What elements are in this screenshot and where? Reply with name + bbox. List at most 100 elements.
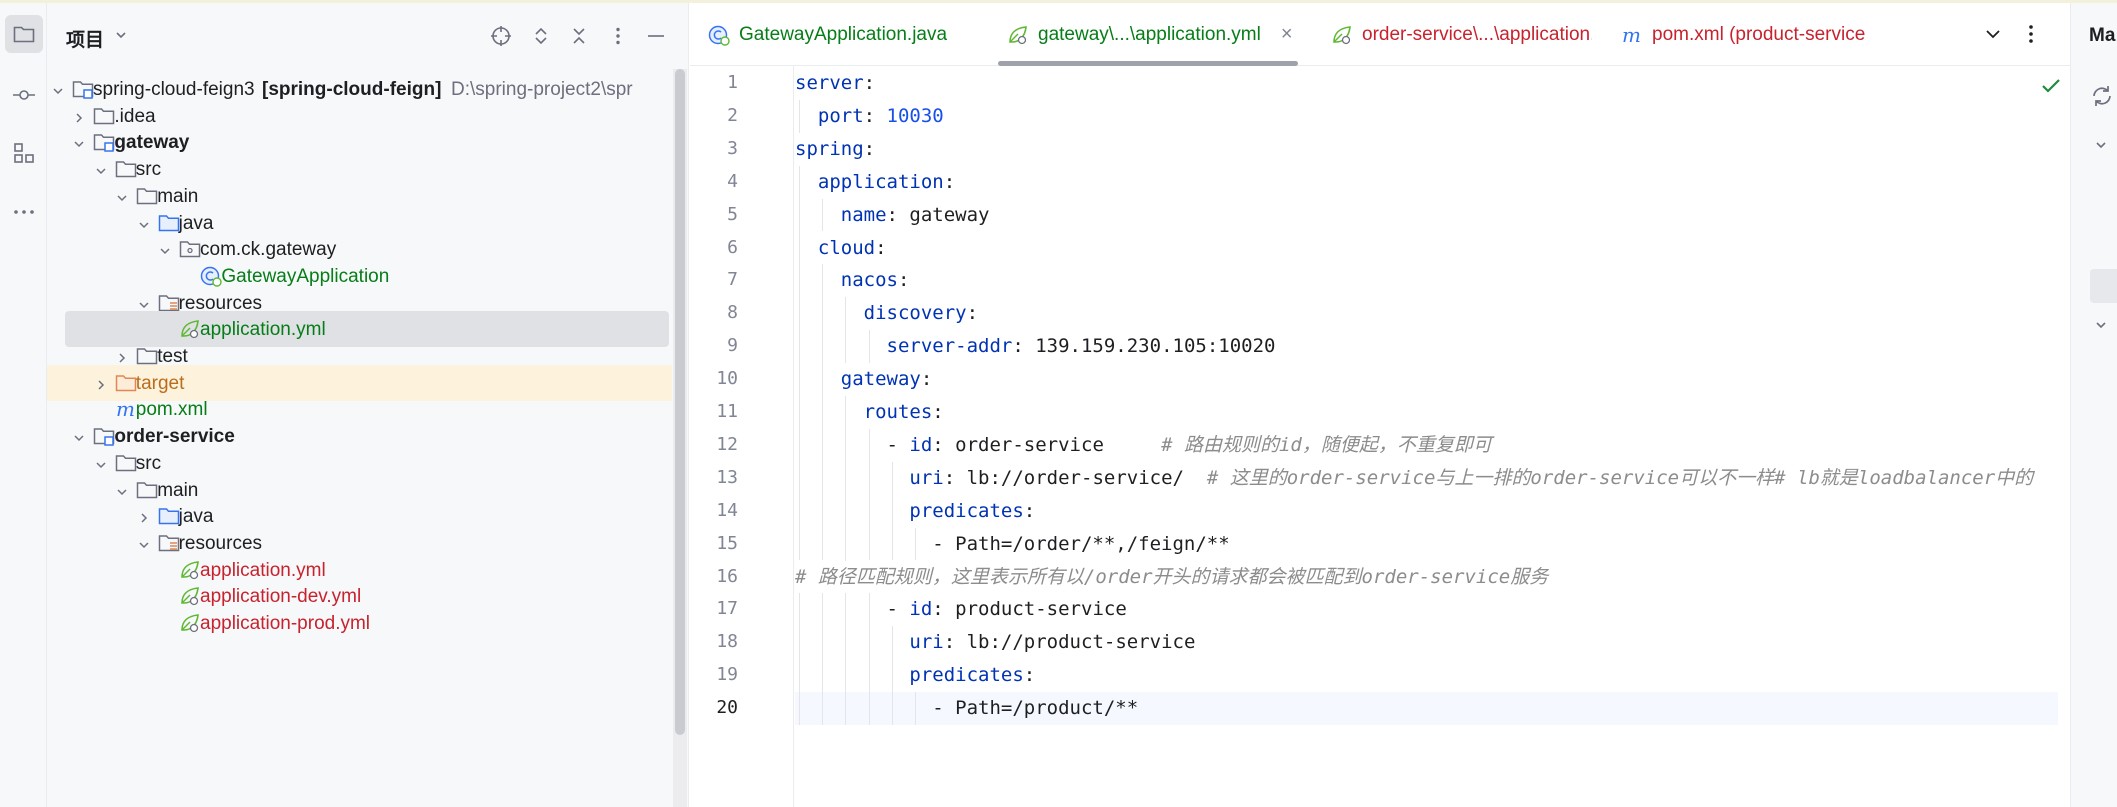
chevron-down-icon[interactable]: [158, 242, 172, 256]
code-line[interactable]: predicates:: [795, 495, 1035, 528]
commit-icon: [13, 90, 35, 100]
maven-tool-window-strip: Ma: [2070, 3, 2117, 807]
maven-sidebar-tab[interactable]: [2090, 269, 2117, 303]
code-line[interactable]: uri: lb://order-service/ # 这里的order-serv…: [795, 462, 2033, 495]
project-panel-title[interactable]: 项目: [66, 25, 104, 52]
line-number: 4: [727, 170, 738, 192]
code-token: :: [920, 368, 933, 391]
tab-options-button[interactable]: [2019, 22, 2043, 46]
code-line[interactable]: predicates:: [795, 659, 1035, 692]
chevron-right-icon[interactable]: [115, 349, 129, 363]
code-line[interactable]: uri: lb://product-service: [795, 626, 1195, 659]
editor-tab[interactable]: m pom.xml (product-service: [1612, 3, 1882, 66]
code-line[interactable]: - Path=/product/**: [795, 692, 1138, 725]
maven-panel-title[interactable]: Ma: [2089, 25, 2117, 47]
chevron-right-icon[interactable]: [72, 109, 86, 123]
yaml-key: server-addr: [795, 335, 1013, 358]
chevron-down-icon[interactable]: [94, 162, 108, 176]
code-token: lb://order-service/: [966, 466, 1184, 489]
more-tools-button[interactable]: [5, 193, 43, 231]
code-line[interactable]: name: gateway: [795, 199, 990, 232]
code-token: :: [863, 137, 876, 160]
tab-label: order-service\...\application.yml: [1362, 23, 1592, 45]
project-scrollbar[interactable]: [673, 69, 687, 807]
chevron-right-icon[interactable]: [94, 376, 108, 390]
commit-tool-button[interactable]: [5, 76, 43, 114]
yaml-key: id: [909, 598, 933, 621]
project-tool-button[interactable]: [5, 15, 43, 53]
line-number: 5: [727, 203, 738, 225]
hide-panel-button[interactable]: [644, 24, 668, 48]
line-number: 11: [716, 401, 738, 422]
tree-item[interactable]: application-prod.yml: [47, 605, 672, 641]
chevron-down-icon[interactable]: [94, 456, 108, 470]
code-line[interactable]: - id: product-service: [795, 593, 1127, 626]
checkmark-icon[interactable]: [2040, 75, 2062, 97]
chevron-down-icon[interactable]: [72, 429, 86, 443]
scrollbar-thumb[interactable]: [675, 69, 685, 735]
panel-options-button[interactable]: [606, 24, 630, 48]
code-line[interactable]: discovery:: [795, 297, 978, 330]
chevron-down-icon[interactable]: [137, 216, 151, 230]
chevron-down-icon[interactable]: [2093, 317, 2109, 333]
chevron-down-icon[interactable]: [51, 82, 65, 96]
code-line[interactable]: spring:: [795, 133, 875, 166]
locate-file-button[interactable]: [489, 24, 513, 48]
svg-text:m: m: [1622, 23, 1641, 47]
code-line[interactable]: # 路径匹配规则，这里表示所有以/order开头的请求都会被匹配到order-s…: [795, 561, 1548, 594]
tab-list-button[interactable]: [1981, 22, 2005, 46]
chevron-right-icon[interactable]: [137, 509, 151, 523]
code-token: :: [897, 269, 910, 292]
folder-icon: [13, 26, 35, 43]
chevron-down-icon[interactable]: [2093, 137, 2109, 153]
crosshair-icon: [491, 26, 511, 46]
more-vertical-icon: [2029, 25, 2033, 43]
structure-icon: [14, 143, 34, 163]
line-number-gutter[interactable]: 1 2 3 4 5 6 7 8 9 10 11 12 13 14 15 16 17 18 19 20: [690, 66, 794, 807]
code-token: 139.159.230.105:10020: [1035, 335, 1276, 358]
editor-tab[interactable]: GatewayApplication.java: [699, 3, 959, 66]
yaml-key: id: [909, 433, 933, 456]
code-line[interactable]: application:: [795, 166, 955, 199]
editor-tab[interactable]: gateway\...\application.yml ×: [998, 3, 1298, 66]
line-number: 17: [716, 598, 738, 620]
code-line[interactable]: - Path=/order/**,/feign/**: [795, 528, 1229, 561]
chevron-down-icon[interactable]: [137, 536, 151, 550]
chevron-down-icon[interactable]: [115, 483, 129, 497]
chevron-down-icon[interactable]: [72, 135, 86, 149]
yaml-key: predicates: [795, 664, 1024, 687]
refresh-icon[interactable]: [2089, 83, 2115, 109]
yaml-spring-icon: [178, 611, 202, 635]
close-icon[interactable]: ×: [1281, 23, 1293, 46]
editor-tab-bar: GatewayApplication.java gateway\...\appli…: [690, 3, 2070, 66]
code-line[interactable]: routes:: [795, 396, 944, 429]
code-line[interactable]: cloud:: [795, 232, 887, 265]
code-token: :: [943, 170, 956, 193]
editor-tab[interactable]: order-service\...\application.yml: [1322, 3, 1592, 66]
structure-tool-button[interactable]: [5, 134, 43, 172]
line-number: 18: [716, 631, 738, 653]
chevron-down-icon[interactable]: [115, 189, 129, 203]
code-token: :: [932, 598, 956, 621]
code-token: :: [932, 433, 956, 456]
project-panel: 项目 spring-cloud-feign3 [spring-cloud-feig…: [47, 3, 689, 807]
code-token: product-service: [955, 598, 1127, 621]
line-number: 19: [716, 664, 738, 686]
project-panel-header: 项目: [47, 3, 689, 67]
line-number: 8: [727, 302, 738, 324]
line-number: 12: [716, 433, 738, 455]
spring-boot-class-icon: [707, 23, 731, 47]
code-line[interactable]: server-addr: 139.159.230.105:10020: [795, 330, 1276, 363]
expand-all-button[interactable]: [529, 24, 553, 48]
code-line[interactable]: - id: order-service # 路由规则的id，随便起，不重复即可: [795, 429, 1492, 462]
code-line[interactable]: gateway:: [795, 363, 933, 396]
code-line[interactable]: nacos:: [795, 264, 910, 297]
code-line[interactable]: port: 10030: [795, 100, 944, 133]
collapse-all-button[interactable]: [567, 24, 591, 48]
chevron-down-icon[interactable]: [113, 27, 129, 43]
chevron-down-icon[interactable]: [137, 296, 151, 310]
tab-label: GatewayApplication.java: [739, 23, 948, 45]
code-line[interactable]: server:: [795, 67, 875, 100]
code-token: :: [1023, 664, 1036, 687]
code-editor[interactable]: server: port: 10030 spring: application: …: [795, 66, 2058, 807]
